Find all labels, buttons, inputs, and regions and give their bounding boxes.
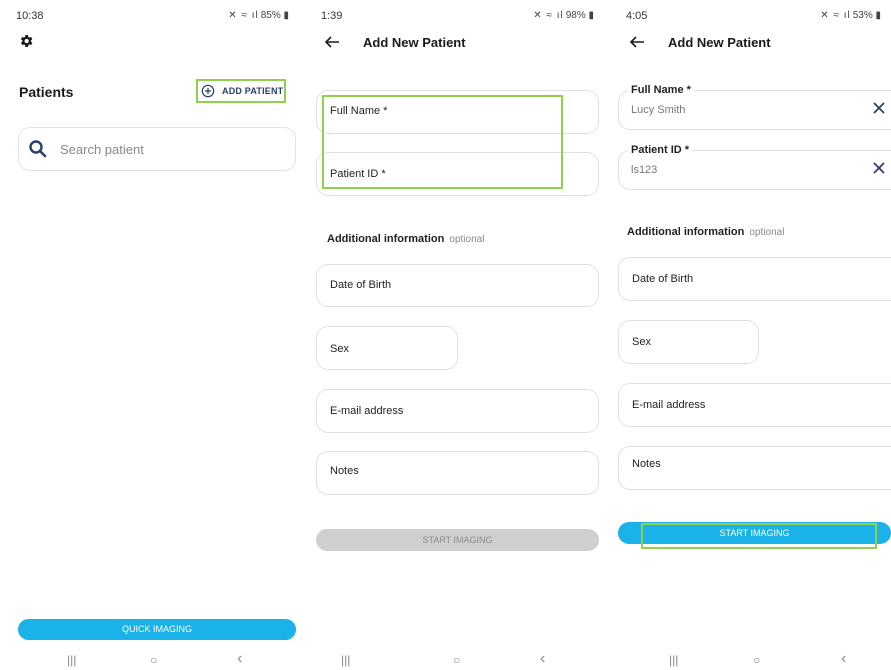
- full-name-field[interactable]: Full Name * Lucy Smith: [618, 84, 891, 130]
- add-circle-icon: [201, 84, 215, 98]
- date-of-birth-label: Date of Birth: [330, 279, 392, 291]
- home-icon[interactable]: ○: [150, 653, 157, 667]
- patient-id-label: Patient ID *: [628, 144, 693, 156]
- email-label: E-mail address: [632, 399, 706, 411]
- date-of-birth-field[interactable]: Date of Birth: [618, 257, 891, 301]
- optional-label: optional: [749, 227, 785, 238]
- sex-label: Sex: [632, 336, 651, 348]
- recent-apps-icon[interactable]: |||: [669, 653, 678, 667]
- status-bar: 4:05 ✕ ≈ ıl 53% ▮: [624, 10, 881, 24]
- recent-apps-icon[interactable]: |||: [67, 653, 76, 667]
- start-imaging-highlight: [641, 523, 877, 549]
- status-icons: ✕ ≈ ıl 98% ▮: [533, 10, 594, 21]
- status-bar: 1:39 ✕ ≈ ıl 98% ▮: [319, 10, 600, 24]
- header: Add New Patient: [319, 34, 602, 52]
- clear-icon[interactable]: [873, 102, 885, 114]
- back-nav-icon[interactable]: ‹: [540, 650, 545, 668]
- signal-icon: ✕ ≈ ıl: [820, 10, 851, 21]
- start-imaging-button-disabled[interactable]: START IMAGING: [316, 529, 599, 551]
- email-field[interactable]: E-mail address: [618, 383, 891, 427]
- home-icon[interactable]: ○: [753, 653, 760, 667]
- add-patient-filled-screen: 4:05 ✕ ≈ ıl 53% ▮ Add New Patient Full Na…: [610, 0, 891, 670]
- back-nav-icon[interactable]: ‹: [841, 650, 846, 668]
- search-input[interactable]: Search patient: [18, 127, 296, 171]
- email-label: E-mail address: [330, 405, 404, 417]
- search-icon: [29, 140, 47, 158]
- page-title: Add New Patient: [668, 35, 771, 50]
- system-nav-bar: ||| ○ ‹: [305, 650, 610, 669]
- additional-info-heading: Additional information optional: [627, 226, 784, 238]
- patients-heading: Patients: [19, 84, 74, 100]
- status-time: 1:39: [321, 10, 343, 22]
- date-of-birth-field[interactable]: Date of Birth: [316, 264, 599, 307]
- optional-label: optional: [449, 234, 485, 245]
- system-nav-bar: ||| ○ ‹: [0, 650, 305, 669]
- date-of-birth-label: Date of Birth: [632, 273, 694, 285]
- add-patient-empty-screen: 1:39 ✕ ≈ ıl 98% ▮ Add New Patient Full Na…: [305, 0, 610, 670]
- notes-field[interactable]: Notes: [618, 446, 891, 490]
- notes-label: Notes: [632, 458, 661, 470]
- signal-icon: ✕ ≈ ıl: [533, 10, 564, 21]
- patient-id-field[interactable]: Patient ID * ls123: [618, 144, 891, 190]
- page-title: Add New Patient: [363, 35, 466, 50]
- add-patient-button[interactable]: ADD PATIENT: [196, 79, 286, 103]
- sex-field[interactable]: Sex: [316, 326, 458, 370]
- sex-field[interactable]: Sex: [618, 320, 759, 364]
- back-arrow-icon[interactable]: [323, 34, 341, 50]
- status-bar: 10:38 ✕ ≈ ıl 85% ▮: [14, 10, 295, 24]
- back-nav-icon[interactable]: ‹: [237, 650, 242, 668]
- patients-list-screen: 10:38 ✕ ≈ ıl 85% ▮ Patients ADD PATIENT S…: [0, 0, 305, 670]
- required-fields-highlight: [322, 95, 563, 189]
- home-icon[interactable]: ○: [453, 653, 460, 667]
- status-time: 4:05: [626, 10, 648, 22]
- clear-icon[interactable]: [873, 162, 885, 174]
- back-arrow-icon[interactable]: [628, 34, 646, 50]
- battery-percent: 85%: [260, 10, 281, 21]
- quick-imaging-button[interactable]: QUICK IMAGING: [18, 619, 296, 640]
- notes-label: Notes: [330, 465, 359, 477]
- sex-label: Sex: [330, 343, 349, 355]
- battery-percent: 53%: [852, 10, 873, 21]
- signal-icon: ✕ ≈ ıl: [228, 10, 259, 21]
- notes-field[interactable]: Notes: [316, 451, 599, 495]
- full-name-value: Lucy Smith: [631, 104, 686, 116]
- full-name-label: Full Name *: [628, 84, 694, 96]
- settings-gear-icon[interactable]: [18, 33, 34, 49]
- email-field[interactable]: E-mail address: [316, 389, 599, 433]
- status-icons: ✕ ≈ ıl 53% ▮: [820, 10, 881, 21]
- patient-id-value: ls123: [631, 164, 658, 176]
- status-time: 10:38: [16, 10, 44, 22]
- recent-apps-icon[interactable]: |||: [341, 653, 350, 667]
- battery-percent: 98%: [565, 10, 586, 21]
- system-nav-bar: ||| ○ ‹: [610, 650, 891, 669]
- search-placeholder: Search patient: [60, 142, 144, 157]
- additional-info-heading: Additional information optional: [327, 233, 484, 245]
- status-icons: ✕ ≈ ıl 85% ▮: [228, 10, 289, 21]
- add-patient-label: ADD PATIENT: [222, 86, 284, 96]
- header: Add New Patient: [624, 34, 883, 52]
- additional-info-label: Additional information: [627, 226, 745, 238]
- additional-info-label: Additional information: [327, 233, 445, 245]
